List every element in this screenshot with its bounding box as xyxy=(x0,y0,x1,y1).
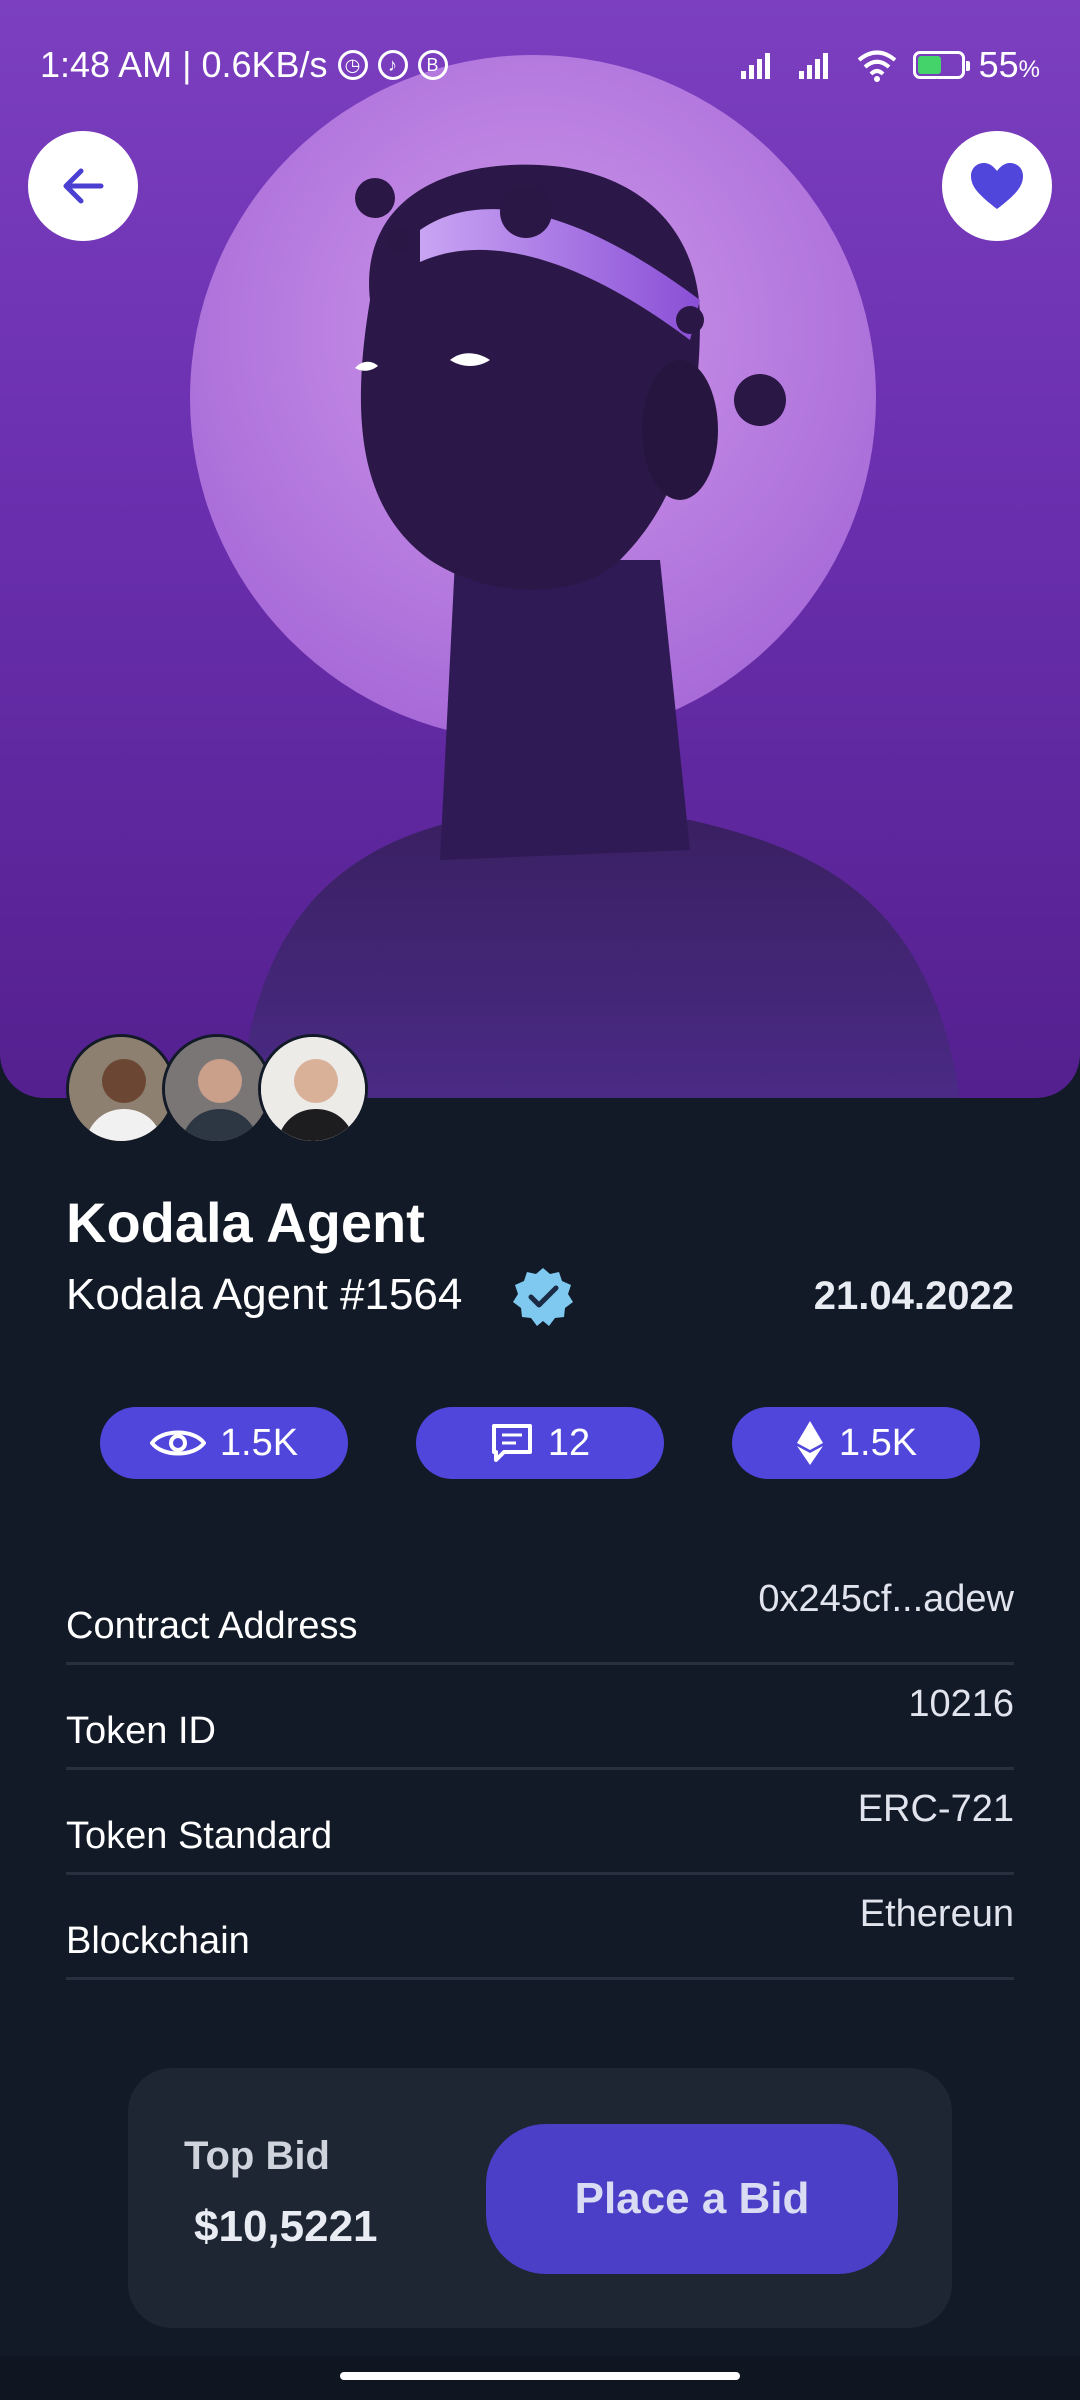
back-button[interactable] xyxy=(28,131,138,241)
signal-icon-2 xyxy=(798,53,828,79)
comments-pill[interactable]: 12 xyxy=(416,1407,664,1479)
detail-row-contract: Contract Address 0x245cf...adew xyxy=(66,1560,1014,1665)
verified-badge-icon xyxy=(513,1268,573,1326)
nft-subtitle-row: Kodala Agent #1564 21.04.2022 xyxy=(66,1266,1014,1326)
detail-row-blockchain: Blockchain Ethereun xyxy=(66,1875,1014,1980)
battery-percent: 55% xyxy=(979,44,1040,86)
detail-label: Blockchain xyxy=(66,1920,250,1962)
detail-value: Ethereun xyxy=(859,1893,1014,1935)
person-1-avatar-image xyxy=(69,1037,173,1141)
home-indicator[interactable] xyxy=(340,2372,740,2380)
views-pill[interactable]: 1.5K xyxy=(100,1407,348,1479)
battery-icon xyxy=(912,51,970,79)
eye-icon xyxy=(149,1430,206,1456)
arrow-left-icon xyxy=(63,168,104,204)
nft-artwork xyxy=(0,0,1080,1098)
detail-label: Token ID xyxy=(66,1710,216,1752)
heart-icon xyxy=(971,163,1023,209)
status-right: 55% xyxy=(739,44,1040,86)
favorite-button[interactable] xyxy=(942,131,1052,241)
price-value: 1.5K xyxy=(838,1421,918,1464)
avatar[interactable] xyxy=(66,1034,176,1144)
battery-value: 55 xyxy=(978,44,1019,85)
battery-level xyxy=(917,56,941,74)
avatar[interactable] xyxy=(258,1034,368,1144)
comment-icon xyxy=(491,1424,532,1462)
top-bid-amount: $10,5221 xyxy=(194,2202,378,2251)
person-2-avatar-image xyxy=(165,1037,269,1141)
owner-avatars xyxy=(66,1034,406,1144)
nft-subtitle: Kodala Agent #1564 xyxy=(66,1270,463,1319)
top-bid-label: Top Bid xyxy=(184,2134,330,2178)
detail-row-token-id: Token ID 10216 xyxy=(66,1665,1014,1770)
ethereum-icon xyxy=(796,1421,823,1465)
notification-icon: ♪ xyxy=(377,50,408,80)
sync-icon: ◷ xyxy=(337,50,368,80)
comments-count: 12 xyxy=(547,1421,591,1464)
detail-row-token-standard: Token Standard ERC-721 xyxy=(66,1770,1014,1875)
nft-date: 21.04.2022 xyxy=(813,1274,1014,1318)
nft-artwork-illustration xyxy=(190,55,960,1098)
avatar[interactable] xyxy=(162,1034,272,1144)
detail-value: 10216 xyxy=(908,1683,1014,1725)
details-table: Contract Address 0x245cf...adew Token ID… xyxy=(66,1560,1014,1980)
wifi-icon xyxy=(857,50,896,82)
detail-label: Contract Address xyxy=(66,1605,358,1647)
bid-card: Top Bid $10,5221 Place a Bid xyxy=(128,2068,952,2328)
stats-row: 1.5K 12 1.5K xyxy=(0,1407,1080,1479)
b-badge-icon: B xyxy=(417,50,448,80)
status-bar: 1:48 AM | 0.6KB/s ◷ ♪ B 55% xyxy=(0,0,1080,130)
detail-value[interactable]: 0x245cf...adew xyxy=(758,1578,1014,1621)
detail-label: Token Standard xyxy=(66,1815,333,1857)
views-count: 1.5K xyxy=(219,1421,299,1464)
status-time: 1:48 AM | 0.6KB/s xyxy=(40,44,328,85)
person-3-avatar-image xyxy=(261,1037,365,1141)
price-pill[interactable]: 1.5K xyxy=(732,1407,980,1479)
place-bid-button[interactable]: Place a Bid xyxy=(486,2124,898,2274)
nft-title: Kodala Agent xyxy=(66,1191,425,1254)
battery-unit: % xyxy=(1018,56,1040,83)
detail-value: ERC-721 xyxy=(857,1788,1014,1830)
signal-icon xyxy=(740,53,770,79)
status-left: 1:48 AM | 0.6KB/s ◷ ♪ B xyxy=(40,44,448,86)
